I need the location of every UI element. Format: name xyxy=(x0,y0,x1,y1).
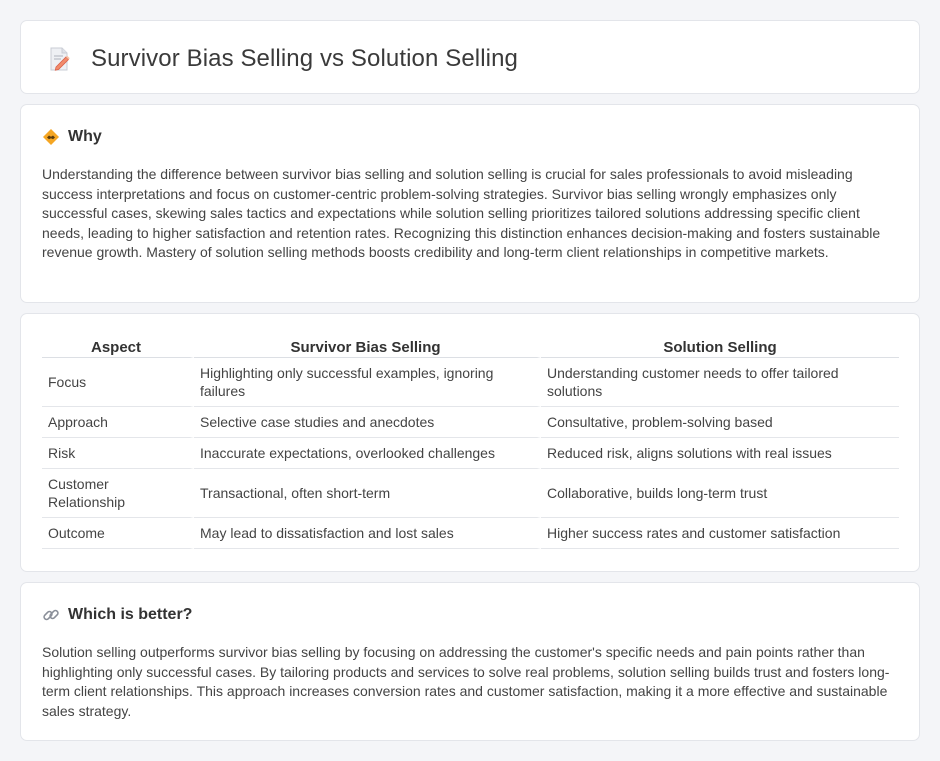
link-icon xyxy=(43,609,59,621)
cell-survivor-bias: Selective case studies and anecdotes xyxy=(194,407,541,438)
comparison-table: Aspect Survivor Bias Selling Solution Se… xyxy=(42,335,899,549)
cell-solution-selling: Reduced risk, aligns solutions with real… xyxy=(541,438,899,469)
document-pencil-icon xyxy=(50,47,70,71)
why-card: Why Understanding the difference between… xyxy=(20,104,920,303)
cell-survivor-bias: Highlighting only successful examples, i… xyxy=(194,358,541,407)
cell-solution-selling: Consultative, problem-solving based xyxy=(541,407,899,438)
table-row: Outcome May lead to dissatisfaction and … xyxy=(42,518,899,549)
table-row: Approach Selective case studies and anec… xyxy=(42,407,899,438)
why-header: Why xyxy=(42,128,102,146)
cell-aspect: Risk xyxy=(42,438,194,469)
cell-solution-selling: Understanding customer needs to offer ta… xyxy=(541,358,899,407)
why-title: Why xyxy=(68,128,102,145)
title-row: Survivor Bias Selling vs Solution Sellin… xyxy=(45,45,518,73)
better-text: Solution selling outperforms survivor bi… xyxy=(42,644,890,719)
header-solution-selling: Solution Selling xyxy=(541,335,899,358)
cell-solution-selling: Higher success rates and customer satisf… xyxy=(541,518,899,549)
header-aspect: Aspect xyxy=(42,335,194,358)
cell-survivor-bias: May lead to dissatisfaction and lost sal… xyxy=(194,518,541,549)
why-text: Understanding the difference between sur… xyxy=(42,166,881,261)
cell-solution-selling: Collaborative, builds long-term trust xyxy=(541,469,899,518)
cell-survivor-bias: Inaccurate expectations, overlooked chal… xyxy=(194,438,541,469)
better-title: Which is better? xyxy=(68,606,193,623)
cell-aspect: Outcome xyxy=(42,518,194,549)
table-row: Risk Inaccurate expectations, overlooked… xyxy=(42,438,899,469)
title-card: Survivor Bias Selling vs Solution Sellin… xyxy=(20,20,920,94)
which-is-better-card: Which is better? Solution selling outper… xyxy=(20,582,920,741)
handshake-diamond-icon xyxy=(43,129,59,145)
cell-aspect: Focus xyxy=(42,358,194,407)
page-title: Survivor Bias Selling vs Solution Sellin… xyxy=(91,45,518,72)
cell-aspect: Customer Relationship xyxy=(42,469,194,518)
table-row: Customer Relationship Transactional, oft… xyxy=(42,469,899,518)
header-survivor-bias: Survivor Bias Selling xyxy=(194,335,541,358)
table-row: Focus Highlighting only successful examp… xyxy=(42,358,899,407)
better-header: Which is better? xyxy=(42,606,192,624)
comparison-card: Aspect Survivor Bias Selling Solution Se… xyxy=(20,313,920,572)
cell-survivor-bias: Transactional, often short-term xyxy=(194,469,541,518)
table-header-row: Aspect Survivor Bias Selling Solution Se… xyxy=(42,335,899,358)
cell-aspect: Approach xyxy=(42,407,194,438)
